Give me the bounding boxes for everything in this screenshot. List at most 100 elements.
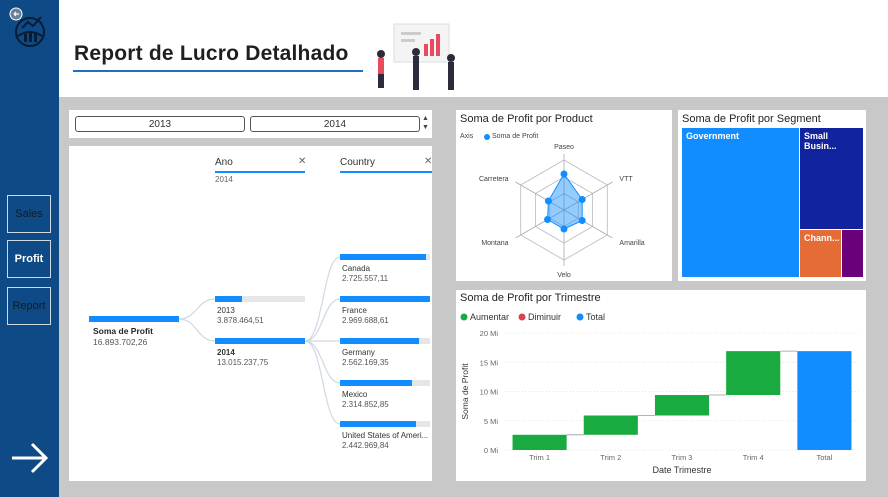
radar-point	[578, 196, 586, 203]
nav-sales-button[interactable]: Sales	[7, 195, 51, 233]
y-tick-label: 5 Mi	[484, 417, 499, 426]
radar-series-area	[547, 173, 583, 230]
team-illustration-icon	[377, 23, 455, 90]
treemap-cell-small-business[interactable]: Small Busin...	[800, 128, 863, 229]
x-tick-label: Trim 4	[743, 453, 764, 462]
treemap-cell-channel[interactable]: Chann...	[800, 230, 841, 277]
decomposition-tree: Ano ✕ 2014 Country ✕ Soma de Profit 16.8…	[69, 146, 432, 481]
country-value: 2.314.852,85	[342, 400, 389, 409]
country-label: United States of Ameri...	[342, 431, 429, 440]
country-label: Germany	[342, 348, 375, 357]
radar-point	[544, 216, 552, 223]
radar-point	[544, 197, 552, 205]
year-bar[interactable]	[215, 296, 242, 302]
radar-axis-label: Amarilla	[619, 240, 644, 247]
year-label: 2013	[217, 306, 235, 315]
slicer-scroll-arrows-icon[interactable]: ▲ ▼	[422, 114, 429, 132]
connector-line	[304, 298, 341, 342]
connector-line	[304, 340, 341, 425]
waterfall-bar	[797, 351, 852, 450]
country-label: Mexico	[342, 390, 368, 399]
country-bar[interactable]	[340, 296, 430, 302]
legend-label: Aumentar	[470, 312, 509, 322]
radar-plot: Paseo VTT Amarilla Velo Montana Carretera	[479, 144, 645, 279]
treemap-cell-other[interactable]	[842, 230, 863, 277]
radar-point	[578, 217, 586, 224]
waterfall-plot: Aumentar Diminuir Total 0 Mi 5 Mi 10 Mi 15 Mi 2…	[460, 312, 860, 475]
connector-line	[178, 298, 216, 320]
y-tick-label: 10 Mi	[480, 388, 499, 397]
y-axis-label: Soma de Profit	[460, 363, 470, 420]
country-bar[interactable]	[340, 338, 420, 344]
waterfall-bar	[654, 395, 710, 416]
nav-sales-label: Sales	[15, 208, 43, 220]
sidebar: Sales Profit Report	[0, 0, 59, 497]
year-value: 3.878.464,51	[217, 316, 264, 325]
year-value: 13.015.237,75	[217, 358, 269, 367]
radar-axis-label: Montana	[481, 240, 508, 247]
slicer-option-2014[interactable]: 2014	[250, 116, 420, 132]
title-underline	[73, 70, 363, 72]
treemap-cell-government[interactable]: Government	[682, 128, 799, 277]
year-slicer: 2013 2014 ▲ ▼	[69, 110, 432, 138]
report-canvas: 2013 2014 ▲ ▼ Ano ✕ 2014 Country ✕ Soma d…	[59, 97, 888, 497]
country-label: Canada	[342, 264, 371, 273]
x-tick-label: Trim 2	[600, 453, 621, 462]
radar-axis-label: Carretera	[479, 176, 509, 183]
logo-icon	[9, 7, 45, 47]
country-value: 2.969.688,61	[342, 316, 389, 325]
country-value: 2.725.557,11	[342, 274, 389, 283]
treemap-label: Small Busin...	[804, 131, 837, 151]
waterfall-bar	[726, 351, 781, 396]
y-tick-label: 0 Mi	[484, 446, 499, 455]
root-bar[interactable]	[89, 316, 179, 322]
y-tick-label: 15 Mi	[480, 358, 499, 367]
radar-point	[560, 170, 568, 178]
year-label: 2014	[217, 348, 235, 357]
legend-marker	[460, 313, 468, 321]
nav-report-button[interactable]: Report	[7, 287, 51, 325]
country-label: France	[342, 306, 367, 315]
slicer-option-label: 2013	[148, 118, 172, 130]
nav-profit-label: Profit	[14, 253, 44, 265]
radar-point	[560, 225, 568, 233]
legend-label: Total	[586, 312, 605, 322]
arrow-right-icon[interactable]	[10, 440, 50, 476]
connector-line	[304, 340, 341, 384]
header: Report de Lucro Detalhado	[59, 0, 888, 97]
radar-axis-label: VTT	[619, 176, 633, 183]
treemap-label: Chann...	[804, 233, 840, 243]
root-value: 16.893.702,26	[93, 337, 148, 347]
country-bar[interactable]	[340, 380, 412, 386]
y-tick-label: 20 Mi	[480, 329, 499, 338]
root-label: Soma de Profit	[93, 326, 153, 336]
legend-marker	[518, 313, 526, 321]
treemap-title: Soma de Profit por Segment	[682, 113, 821, 125]
slicer-option-label: 2014	[323, 118, 347, 130]
treemap-card: Soma de Profit por Segment Government Sm…	[678, 110, 866, 281]
x-tick-label: Total	[816, 453, 832, 462]
page-title: Report de Lucro Detalhado	[74, 42, 349, 65]
radar-axis-label: Paseo	[554, 144, 574, 151]
x-axis-label: Date Trimestre	[652, 465, 711, 475]
legend-marker	[576, 313, 584, 321]
year-bar[interactable]	[215, 338, 305, 344]
nav-profit-button[interactable]: Profit	[7, 240, 51, 278]
country-bar[interactable]	[340, 254, 426, 260]
country-bar[interactable]	[340, 421, 416, 427]
country-value: 2.442.969,84	[342, 441, 389, 450]
x-tick-label: Trim 1	[529, 453, 550, 462]
connector-line	[178, 318, 216, 342]
connector-line	[304, 256, 341, 342]
waterfall-bar	[512, 434, 567, 450]
waterfall-chart-card: Soma de Profit por Trimestre Aumentar Dim…	[456, 290, 866, 481]
treemap-label: Government	[686, 131, 740, 141]
slicer-option-2013[interactable]: 2013	[75, 116, 245, 132]
radar-axis-label: Velo	[557, 272, 571, 279]
waterfall-bar	[583, 415, 638, 435]
nav-report-label: Report	[12, 300, 46, 312]
x-tick-label: Trim 3	[672, 453, 693, 462]
country-value: 2.562.169,35	[342, 358, 389, 367]
radar-chart-card: Soma de Profit por Product Axis Soma de …	[456, 110, 672, 281]
legend-label: Diminuir	[528, 312, 561, 322]
